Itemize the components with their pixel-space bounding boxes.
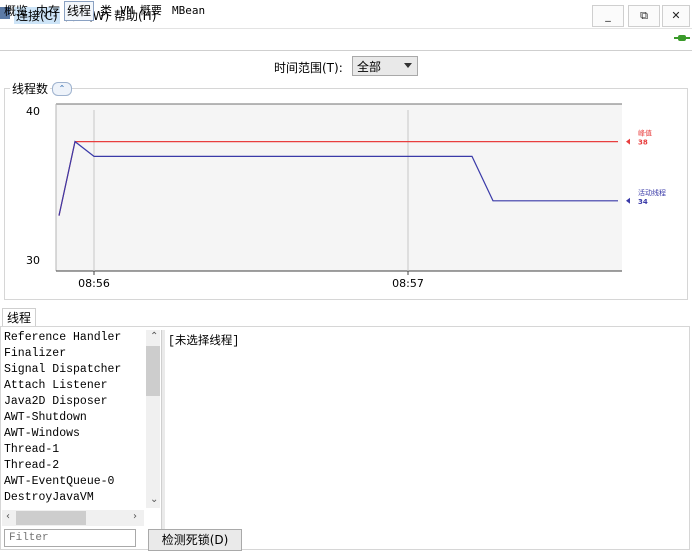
- legend-name-0: 峰值: [638, 129, 652, 138]
- series-end-marker-1: [626, 197, 630, 204]
- scroll-left-arrow-icon[interactable]: ‹: [6, 511, 10, 522]
- thread-list-item[interactable]: AWT-Windows: [2, 426, 144, 442]
- filter-input[interactable]: [4, 529, 136, 547]
- scroll-up-arrow-icon[interactable]: ⌃: [150, 331, 158, 342]
- thread-details-text: [未选择线程]: [168, 335, 240, 348]
- y-tick-label-40: 40: [26, 105, 40, 118]
- series-end-marker-0: [626, 138, 630, 145]
- thread-list-item[interactable]: AWT-Shutdown: [2, 410, 144, 426]
- plot-area: [56, 104, 622, 271]
- thread-list-item[interactable]: Signal Dispatcher: [2, 362, 144, 378]
- thread-list-item[interactable]: Reference Handler: [2, 330, 144, 346]
- scroll-right-arrow-icon[interactable]: ›: [133, 511, 137, 522]
- legend-value-1: 34: [638, 198, 648, 206]
- scroll-down-arrow-icon[interactable]: ⌄: [150, 494, 158, 505]
- split-pane-divider[interactable]: [161, 330, 165, 550]
- x-tick-label-0857: 08:57: [392, 277, 424, 290]
- thread-list-item[interactable]: Java2D Disposer: [2, 394, 144, 410]
- legend-value-0: 38: [638, 139, 648, 147]
- y-tick-label-30: 30: [26, 254, 40, 267]
- thread-list[interactable]: Reference Handler Finalizer Signal Dispatc…: [2, 330, 144, 508]
- thread-list-item[interactable]: Attach Listener: [2, 378, 144, 394]
- thread-list-hscroll-thumb[interactable]: [16, 511, 86, 525]
- thread-list-item[interactable]: Thread-1: [2, 442, 144, 458]
- thread-list-item[interactable]: DestroyJavaVM: [2, 490, 144, 506]
- thread-list-item[interactable]: AWT-EventQueue-0: [2, 474, 144, 490]
- threads-subtab[interactable]: 线程: [2, 308, 36, 327]
- x-tick-label-0856: 08:56: [78, 277, 110, 290]
- thread-list-item[interactable]: Finalizer: [2, 346, 144, 362]
- thread-list-vscroll-thumb[interactable]: [146, 346, 160, 396]
- legend-name-1: 活动线程: [638, 188, 666, 197]
- thread-list-item[interactable]: Thread-2: [2, 458, 144, 474]
- detect-deadlock-button[interactable]: 检测死锁(D): [148, 529, 242, 551]
- thread-count-chart: 40 30 08:56 08:57 峰值38 活动线程34: [26, 103, 666, 290]
